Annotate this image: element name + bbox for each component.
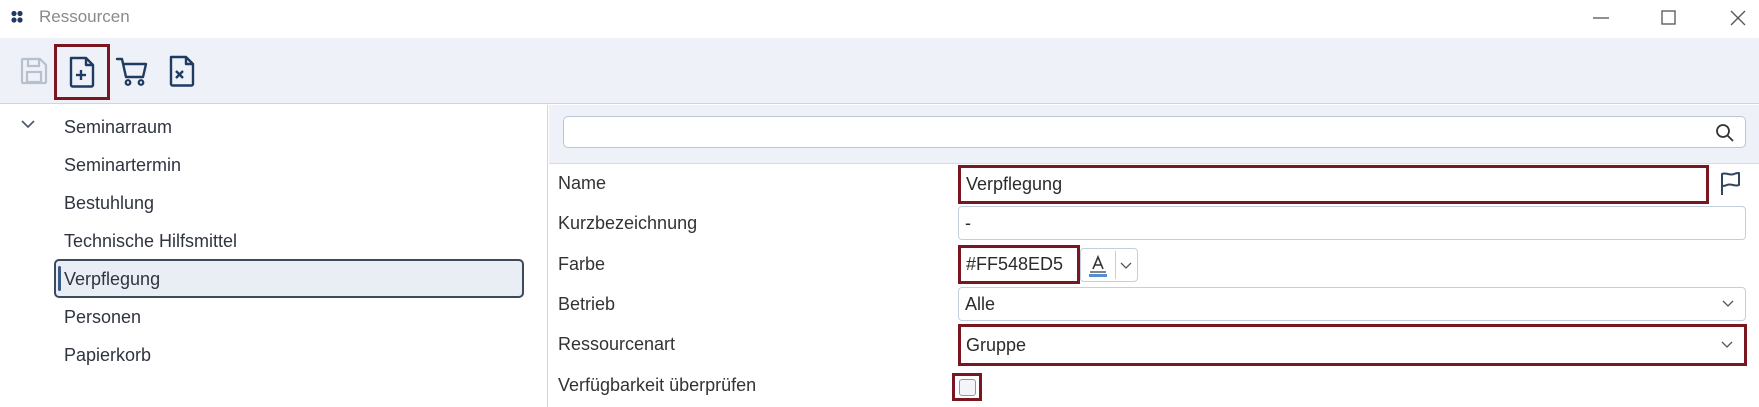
verfuegbarkeit-label: Verfügbarkeit überprüfen xyxy=(558,375,757,395)
verfuegbarkeit-checkbox[interactable] xyxy=(952,373,982,401)
text-color-icon xyxy=(1089,254,1107,277)
name-value: Verpflegung xyxy=(966,174,1063,194)
maximize-button[interactable] xyxy=(1652,4,1686,32)
ressourcenart-value: Gruppe xyxy=(966,334,1027,355)
minimize-icon xyxy=(1593,17,1609,19)
cart-icon xyxy=(115,57,148,86)
title-bar: Ressourcen xyxy=(0,0,1759,38)
tree-item-seminartermin[interactable]: Seminartermin xyxy=(64,155,181,176)
close-button[interactable] xyxy=(1721,4,1755,32)
new-document-button[interactable] xyxy=(54,44,110,100)
chevron-down-icon xyxy=(1120,262,1132,269)
cart-button[interactable] xyxy=(110,48,154,94)
ressourcenart-label: Ressourcenart xyxy=(558,334,676,354)
color-button-separator xyxy=(1115,251,1116,279)
chevron-down-icon xyxy=(1722,300,1734,307)
chevron-down-icon[interactable] xyxy=(18,118,38,132)
close-icon xyxy=(1730,10,1746,26)
farbe-field[interactable]: #FF548ED5 xyxy=(958,245,1080,284)
maximize-icon xyxy=(1661,10,1676,25)
delete-document-icon xyxy=(169,55,195,87)
window-title: Ressourcen xyxy=(39,7,130,26)
selection-indicator xyxy=(58,266,61,291)
save-icon xyxy=(20,57,48,85)
delete-document-button[interactable] xyxy=(160,48,204,94)
farbe-value: #FF548ED5 xyxy=(966,254,1064,274)
color-picker-button[interactable] xyxy=(1080,248,1138,282)
kurzbezeichnung-value: - xyxy=(965,212,971,233)
name-label: Name xyxy=(558,173,607,193)
toolbar xyxy=(0,38,1759,104)
betrieb-value: Alle xyxy=(965,293,996,314)
checkbox-box xyxy=(959,379,976,396)
search-input[interactable] xyxy=(563,116,1746,148)
tree-item-papierkorb[interactable]: Papierkorb xyxy=(64,345,151,366)
betrieb-label: Betrieb xyxy=(558,294,616,314)
farbe-label: Farbe xyxy=(558,254,606,274)
name-field[interactable]: Verpflegung xyxy=(958,165,1709,204)
tree-item-technische-hilfsmittel[interactable]: Technische Hilfsmittel xyxy=(64,231,237,252)
tree-item-verpflegung[interactable]: Verpflegung xyxy=(64,269,160,290)
ressourcenart-dropdown[interactable]: Gruppe xyxy=(958,324,1747,366)
tree-item-personen[interactable]: Personen xyxy=(64,307,141,328)
tree-item-bestuhlung[interactable]: Bestuhlung xyxy=(64,193,154,214)
flag-icon[interactable] xyxy=(1718,171,1742,197)
minimize-button[interactable] xyxy=(1584,4,1618,32)
search-icon[interactable] xyxy=(1715,123,1735,143)
app-icon xyxy=(11,10,23,23)
kurzbezeichnung-label: Kurzbezeichnung xyxy=(558,213,698,233)
tree-item-seminarraum[interactable]: Seminarraum xyxy=(64,117,172,138)
kurzbezeichnung-field[interactable]: - xyxy=(958,206,1746,240)
chevron-down-icon xyxy=(1721,341,1733,348)
new-document-icon xyxy=(69,56,95,88)
save-button[interactable] xyxy=(12,48,56,94)
betrieb-dropdown[interactable]: Alle xyxy=(958,287,1746,321)
